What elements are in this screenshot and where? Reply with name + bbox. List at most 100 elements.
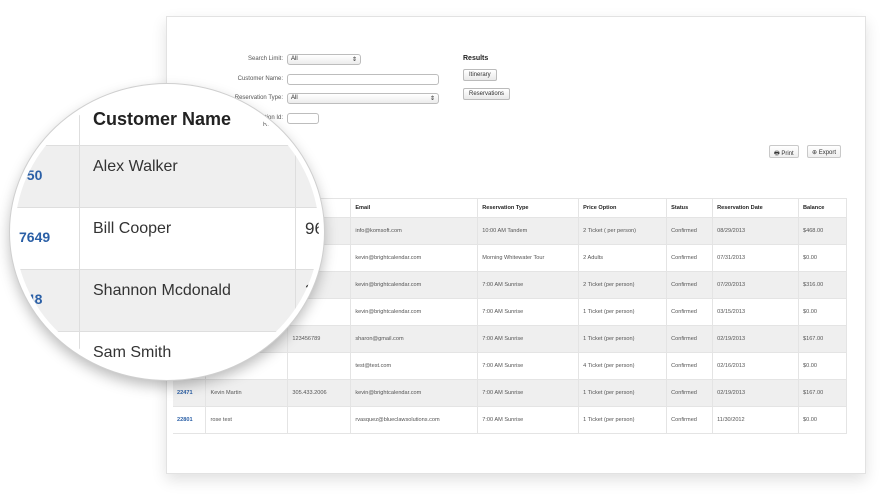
- cell-reservation-type: 7:00 AM Sunrise: [477, 271, 580, 299]
- cell-price-option: 2 Adults: [578, 244, 668, 272]
- itinerary-button[interactable]: Itinerary: [463, 69, 497, 81]
- col-header-balance[interactable]: Balance: [798, 198, 848, 218]
- chevron-updown-icon: ⇕: [429, 96, 435, 102]
- cell-reservation-date: 02/16/2013: [712, 352, 799, 380]
- print-button[interactable]: 🖶 Print: [769, 145, 799, 158]
- magnifier-row-divider: [15, 145, 319, 146]
- cell-email: kevin@brightcalendar.com: [350, 271, 479, 299]
- col-header-reservation-type[interactable]: Reservation Type: [477, 198, 580, 218]
- cell-email: info@komsoft.com: [350, 217, 479, 245]
- reservations-button[interactable]: Reservations: [463, 88, 511, 100]
- col-header-price-option[interactable]: Price Option: [578, 198, 668, 218]
- cell-reservation-type: 7:00 AM Sunrise: [477, 352, 580, 380]
- magnifier-column-divider: [79, 89, 80, 375]
- magnifier-reservation-id-label: Reservation Id:: [263, 122, 304, 128]
- customer-name-input[interactable]: [287, 74, 439, 85]
- cell-name: rose test: [205, 406, 289, 434]
- cell-reservation-date: 07/31/2013: [712, 244, 799, 272]
- results-title: Results: [463, 55, 489, 62]
- cell-status: Confirmed: [666, 244, 714, 272]
- magnifier-row-divider: [15, 269, 319, 270]
- magnifier-column-divider: [295, 89, 296, 375]
- cell-balance: $167.00: [798, 325, 848, 353]
- col-header-email[interactable]: Email: [350, 198, 479, 218]
- cell-id[interactable]: 22471: [173, 379, 207, 407]
- customer-name-label: Customer Name:: [237, 76, 283, 82]
- cell-reservation-date: 11/30/2012: [712, 406, 799, 434]
- cell-price-option: 1 Ticket (per person): [578, 325, 668, 353]
- cell-reservation-type: 7:00 AM Sunrise: [477, 406, 580, 434]
- cell-status: Confirmed: [666, 217, 714, 245]
- cell-balance: $0.00: [798, 244, 848, 272]
- magnifier-row: 7649 Bill Cooper 96 5555: [15, 207, 324, 269]
- print-icon: 🖶: [774, 151, 780, 157]
- cell-reservation-type: 7:00 AM Sunrise: [477, 379, 580, 407]
- cell-email: kevin@brightcalendar.com: [350, 379, 479, 407]
- search-limit-label: Search Limit:: [247, 56, 283, 62]
- magnifier-row: 550 Alex Walker: [15, 145, 319, 207]
- cell-reservation-type: 7:00 AM Sunrise: [477, 325, 580, 353]
- cell-status: Confirmed: [666, 325, 714, 353]
- magnifier-content: Reservation Type: Reservation Id: Custom…: [15, 89, 324, 375]
- cell-reservation-date: 02/19/2013: [712, 325, 799, 353]
- search-limit-select[interactable]: All ⇕: [287, 54, 361, 65]
- cell-balance: $167.00: [798, 379, 848, 407]
- cell-email: kevin@brightcalendar.com: [350, 298, 479, 326]
- cell-status: Confirmed: [666, 298, 714, 326]
- chevron-updown-icon: ⇕: [351, 57, 357, 63]
- export-button[interactable]: ⊕ Export: [807, 145, 842, 158]
- export-label: Export: [818, 150, 837, 156]
- cell-balance: $0.00: [798, 352, 848, 380]
- magnifier-row-divider: [15, 331, 319, 332]
- magnifier-customer-name-header: Customer Name: [93, 109, 232, 129]
- cell-reservation-type: Morning Whitewater Tour: [477, 244, 580, 272]
- cell-balance: $0.00: [798, 406, 848, 434]
- magnifier-row-name: Bill Cooper: [93, 220, 172, 237]
- magnifier-row-id[interactable]: 548: [19, 291, 42, 307]
- cell-reservation-date: 02/19/2013: [712, 379, 799, 407]
- cell-balance: $468.00: [798, 217, 848, 245]
- magnifier-row-id[interactable]: 7649: [19, 229, 50, 245]
- cell-reservation-type: 7:00 AM Sunrise: [477, 298, 580, 326]
- cell-balance: $0.00: [798, 298, 848, 326]
- magnifier-row-id[interactable]: 550: [19, 167, 42, 183]
- cell-phone: [287, 406, 352, 434]
- col-header-status[interactable]: Status: [666, 198, 714, 218]
- magnifier-reservation-type-label: Reservation Type:: [269, 103, 318, 109]
- cell-status: Confirmed: [666, 271, 714, 299]
- table-row[interactable]: 22471 Kevin Martin 305.433.2006 kevin@br…: [173, 379, 848, 407]
- cell-email: sharon@gmail.com: [350, 325, 479, 353]
- export-icon: ⊕: [812, 150, 818, 156]
- cell-price-option: 4 Ticket (per person): [578, 352, 668, 380]
- col-header-reservation-date[interactable]: Reservation Date: [712, 198, 799, 218]
- cell-id[interactable]: 22801: [173, 406, 207, 434]
- cell-reservation-type: 10:00 AM Tandem: [477, 217, 580, 245]
- table-row[interactable]: 22801 rose test rvasquez@blueclawsolutio…: [173, 406, 848, 434]
- cell-price-option: 2 Ticket (per person): [578, 271, 668, 299]
- cell-balance: $316.00: [798, 271, 848, 299]
- magnifier-row-name: Shannon Mcdonald: [93, 282, 231, 299]
- cell-status: Confirmed: [666, 379, 714, 407]
- cell-price-option: 1 Ticket (per person): [578, 379, 668, 407]
- magnifier-row-phone: 96: [305, 219, 324, 238]
- cell-status: Confirmed: [666, 352, 714, 380]
- cell-email: kevin@brightcalendar.com: [350, 244, 479, 272]
- cell-email: test@test.com: [350, 352, 479, 380]
- magnifier-row-phone: 3: [305, 281, 315, 300]
- cell-price-option: 1 Ticket (per person): [578, 406, 668, 434]
- cell-status: Confirmed: [666, 406, 714, 434]
- cell-name: Kevin Martin: [205, 379, 289, 407]
- magnifier-row: Sam Smith: [15, 331, 319, 375]
- search-limit-value: All: [291, 56, 298, 62]
- magnifier-row-name: Alex Walker: [93, 158, 178, 175]
- magnifier-row-divider: [15, 207, 319, 208]
- magnifier-row-name: Sam Smith: [93, 344, 172, 361]
- magnifier-row: 548 Shannon Mcdonald 3: [15, 269, 319, 331]
- cell-reservation-date: 08/29/2013: [712, 217, 799, 245]
- cell-phone: 305.433.2006: [287, 379, 352, 407]
- cell-email: rvasquez@blueclawsolutions.com: [350, 406, 479, 434]
- cell-price-option: 2 Ticket ( per person): [578, 217, 668, 245]
- cell-reservation-date: 03/15/2013: [712, 298, 799, 326]
- print-label: Print: [781, 151, 794, 157]
- magnifier-loupe: Reservation Type: Reservation Id: Custom…: [10, 84, 324, 380]
